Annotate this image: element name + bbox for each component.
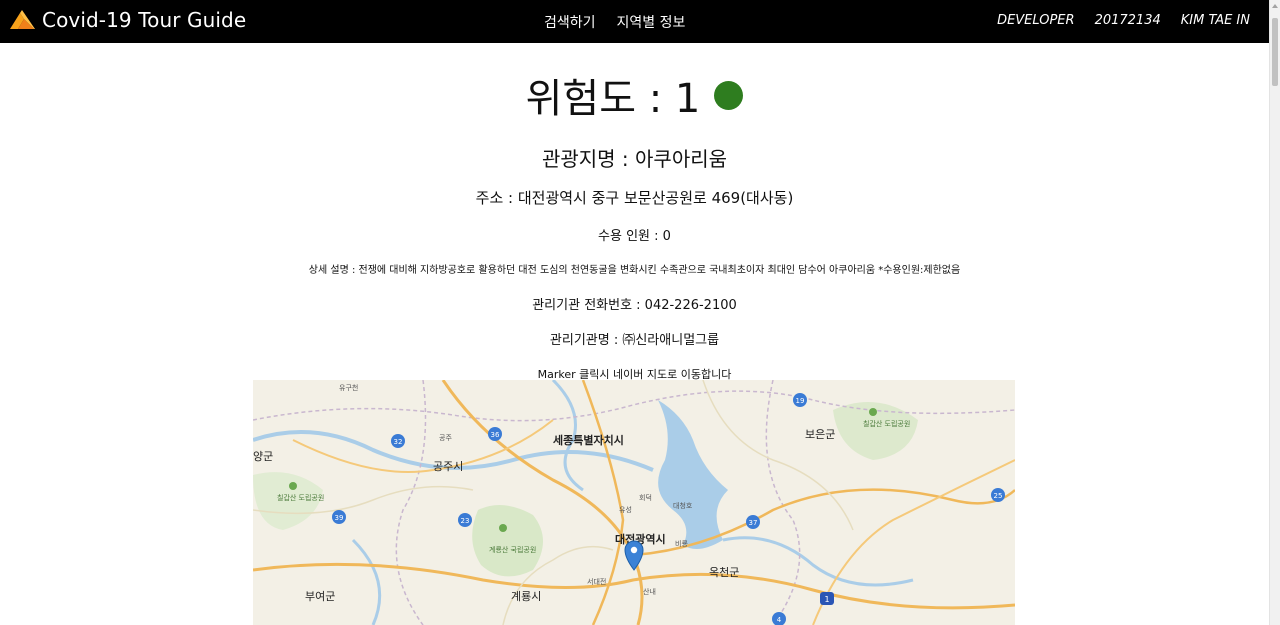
place-label: 부여군 <box>305 590 335 603</box>
svg-text:36: 36 <box>491 431 500 439</box>
svg-text:19: 19 <box>796 397 805 405</box>
svg-text:25: 25 <box>994 492 1003 500</box>
risk-heading: 위험도 : 1 <box>0 71 1269 127</box>
developer-name: KIM TAE IN <box>1180 13 1250 28</box>
route-1-icon: 1 <box>820 592 834 605</box>
town-label: 유구천 <box>339 383 358 392</box>
developer-id: 20172134 <box>1094 13 1161 28</box>
town-label: 산내 <box>643 587 656 596</box>
park-label: 칠갑산 도립공원 <box>863 419 910 428</box>
town-label: 유성 <box>619 505 632 514</box>
svg-text:32: 32 <box>394 438 403 446</box>
spot-address: 주소 : 대전광역시 중구 보문산공원로 469(대사동) <box>475 189 794 207</box>
park-marker-icon <box>289 482 297 490</box>
scrollbar-thumb[interactable] <box>1272 18 1278 86</box>
svg-text:37: 37 <box>749 519 758 527</box>
route-19-icon: 19 <box>793 393 807 407</box>
nav-links: 검색하기 지역별 정보 <box>544 12 685 32</box>
route-25-icon: 25 <box>991 488 1005 502</box>
town-label: 서대전 <box>587 577 606 586</box>
place-label: 옥천군 <box>709 565 739 579</box>
place-label: 양군 <box>253 450 273 463</box>
spot-name: 관광지명 : 아쿠아리움 <box>541 147 728 171</box>
map-canvas[interactable]: 32 36 39 23 19 25 37 1 4 세종특별자치시 공주시 대전광… <box>253 380 1015 625</box>
place-label: 공주시 <box>433 460 463 473</box>
nav-search-link[interactable]: 검색하기 <box>544 12 596 32</box>
town-label: 공주 <box>439 434 452 442</box>
park-label: 칠갑산 도립공원 <box>277 493 324 502</box>
town-label: 비룡 <box>675 539 688 548</box>
brand[interactable]: Covid-19 Tour Guide <box>8 8 246 32</box>
route-39-icon: 39 <box>332 510 346 524</box>
risk-level-indicator <box>714 80 744 110</box>
place-label: 보은군 <box>805 428 835 441</box>
svg-text:39: 39 <box>335 514 344 522</box>
park-marker-icon <box>499 524 507 532</box>
spot-organization: 관리기관명 : ㈜신라애니멀그룹 <box>549 333 720 348</box>
nav-region-info-link[interactable]: 지역별 정보 <box>617 12 686 32</box>
top-navbar: Covid-19 Tour Guide 검색하기 지역별 정보 DEVELOPE… <box>0 0 1269 43</box>
svg-text:23: 23 <box>461 517 470 525</box>
spot-phone: 관리기관 전화번호 : 042-226-2100 <box>532 298 737 313</box>
page-scrollbar[interactable] <box>1269 0 1280 625</box>
route-32-icon: 32 <box>391 434 405 448</box>
scroll-up-icon[interactable] <box>1272 4 1278 8</box>
svg-text:1: 1 <box>824 595 829 604</box>
route-23-icon: 23 <box>458 513 472 527</box>
risk-label: 위험도 : 1 <box>525 76 701 122</box>
park-label: 계룡산 국립공원 <box>489 545 536 554</box>
svg-text:4: 4 <box>777 616 782 624</box>
route-37-icon: 37 <box>746 515 760 529</box>
place-label: 세종특별자치시 <box>553 433 624 447</box>
developer-info: DEVELOPER 20172134 KIM TAE IN <box>997 13 1250 28</box>
town-label: 회덕 <box>639 493 652 502</box>
route-36-icon: 36 <box>488 427 502 441</box>
town-label: 대청호 <box>673 502 693 510</box>
developer-label: DEVELOPER <box>997 13 1075 28</box>
brand-name: Covid-19 Tour Guide <box>42 8 247 32</box>
spot-capacity: 수용 인원 : 0 <box>598 229 671 244</box>
place-label: 계룡시 <box>511 590 541 603</box>
spot-description: 상세 설명 : 전쟁에 대비해 지하방공호로 활용하던 대전 도심의 천연동굴을… <box>308 265 961 276</box>
brand-logo-icon <box>10 10 35 29</box>
park-marker-icon <box>869 408 877 416</box>
location-map[interactable]: 32 36 39 23 19 25 37 1 4 세종특별자치시 공주시 대전광… <box>253 380 1015 625</box>
